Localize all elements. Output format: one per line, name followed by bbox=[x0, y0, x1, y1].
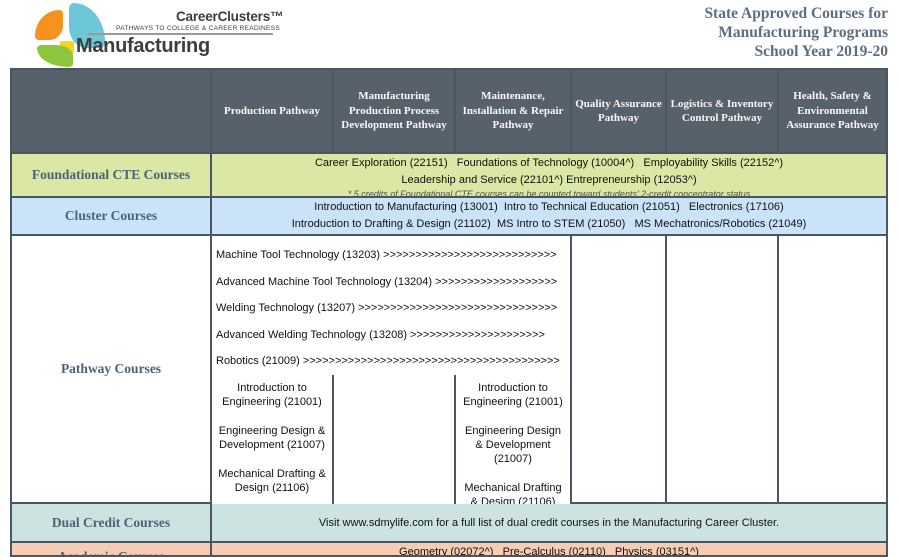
page-title: State Approved Courses for Manufacturing… bbox=[704, 4, 888, 61]
logo-tagline-text: PATHWAYS TO COLLEGE & CAREER READINESS bbox=[116, 25, 281, 32]
dual-credit-text: Visit www.sdmylife.com for a full list o… bbox=[318, 517, 780, 529]
course-item: Engineering Design & Development (21007) bbox=[218, 424, 326, 451]
title-line-2: Manufacturing Programs bbox=[718, 24, 888, 41]
row-label-academic: Academic Courses bbox=[12, 543, 210, 555]
col-header-health-safety: Health, Safety & Environmental Assurance… bbox=[779, 70, 886, 152]
title-line-1: State Approved Courses for bbox=[704, 5, 888, 22]
course-item: Engineering Design & Development (21007) bbox=[464, 424, 561, 465]
foundational-courses-cell: Career Exploration (22151) Foundations o… bbox=[212, 154, 886, 199]
pathway-course-line: Welding Technology (13207) >>>>>>>>>>>>>… bbox=[216, 302, 558, 315]
row-label-foundational: Foundational CTE Courses bbox=[12, 154, 210, 196]
pathway-course-line: Machine Tool Technology (13203) >>>>>>>>… bbox=[216, 249, 557, 261]
cluster-line-2: Introduction to Drafting & Design (21102… bbox=[291, 218, 807, 230]
pathway-spanning-courses: Machine Tool Technology (13203) >>>>>>>>… bbox=[212, 236, 570, 375]
quality-empty-cell bbox=[572, 236, 665, 502]
logistics-empty-cell bbox=[667, 236, 777, 502]
pathway-merged-cell: Machine Tool Technology (13203) >>>>>>>>… bbox=[212, 236, 570, 509]
pathway-subgrid: Introduction to Engineering (21001) Engi… bbox=[212, 374, 570, 509]
cluster-courses-cell: Introduction to Manufacturing (13001) In… bbox=[212, 198, 886, 234]
pathway-course-line: Advanced Welding Technology (13208) >>>>… bbox=[216, 328, 545, 341]
pathway-course-line: Advanced Machine Tool Technology (13204)… bbox=[216, 275, 558, 288]
foundational-line-1: Career Exploration (22151) Foundations o… bbox=[314, 157, 784, 169]
foundational-line-2: Leadership and Service (22101^) Entrepre… bbox=[401, 174, 697, 186]
cluster-line-1: Introduction to Manufacturing (13001) In… bbox=[314, 201, 784, 213]
dual-credit-cell: Visit www.sdmylife.com for a full list o… bbox=[212, 504, 886, 541]
maintenance-courses-cell: Introduction to Engineering (21001) Engi… bbox=[456, 374, 570, 509]
production-courses-cell: Introduction to Engineering (21001) Engi… bbox=[212, 374, 332, 509]
pathway-course-line: Robotics (21009) >>>>>>>>>>>>>>>>>>>>>>>… bbox=[216, 355, 560, 368]
course-item: Introduction to Engineering (21001) bbox=[222, 381, 322, 408]
mfg-production-process-empty-cell bbox=[334, 374, 454, 509]
top-banner: CareerClusters™ PATHWAYS TO COLLEGE & CA… bbox=[0, 0, 900, 68]
course-sheet: CareerClusters™ PATHWAYS TO COLLEGE & CA… bbox=[0, 0, 900, 557]
academic-line-1: Geometry (02072^) Pre-Calculus (02110) P… bbox=[399, 546, 699, 557]
logo-cluster-name: Manufacturing bbox=[76, 35, 210, 57]
col-header-mfg-production-process: Manufacturing Production Process Develop… bbox=[334, 70, 454, 152]
logo-brand-text: CareerClusters™ bbox=[176, 9, 284, 24]
logo-petal-orange-icon bbox=[35, 10, 63, 40]
row-label-pathway: Pathway Courses bbox=[12, 236, 210, 502]
row-label-cluster: Cluster Courses bbox=[12, 198, 210, 234]
row-label-dual-credit: Dual Credit Courses bbox=[12, 504, 210, 541]
col-header-logistics: Logistics & Inventory Control Pathway bbox=[667, 70, 777, 152]
academic-courses-cell: Geometry (02072^) Pre-Calculus (02110) P… bbox=[212, 543, 886, 557]
title-line-3: School Year 2019-20 bbox=[754, 43, 888, 60]
course-item: Mechanical Drafting & Design (21106) bbox=[218, 467, 326, 494]
course-item: Introduction to Engineering (21001) bbox=[463, 381, 563, 408]
health-safety-empty-cell bbox=[779, 236, 886, 502]
header-corner-cell bbox=[12, 70, 210, 152]
col-header-maintenance: Maintenance, Installation & Repair Pathw… bbox=[456, 70, 570, 152]
col-header-production: Production Pathway bbox=[212, 70, 332, 152]
logo-petal-green-icon bbox=[37, 45, 73, 67]
course-table: Production Pathway Manufacturing Product… bbox=[10, 68, 888, 557]
col-header-quality: Quality Assurance Pathway bbox=[572, 70, 665, 152]
